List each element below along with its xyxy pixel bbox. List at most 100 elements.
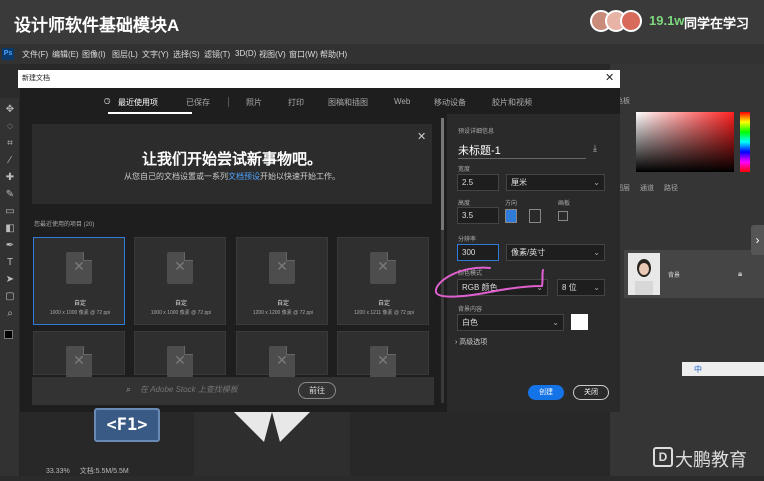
healing-brush-icon[interactable]: ✚ bbox=[4, 172, 16, 184]
document-info: 文档:5.5M/5.5M bbox=[79, 468, 129, 475]
brush-tool-icon[interactable]: ✎ bbox=[4, 189, 16, 201]
background-contents-select[interactable]: 白色 ⌄ bbox=[457, 314, 564, 331]
eraser-tool-icon[interactable]: ▭ bbox=[4, 206, 16, 218]
advanced-options-toggle[interactable]: › 高级选项 bbox=[455, 337, 487, 347]
type-tool-icon[interactable]: T bbox=[4, 257, 16, 269]
resolution-input[interactable]: 300 bbox=[457, 244, 499, 261]
crop-tool-icon[interactable]: ⌗ bbox=[4, 138, 16, 150]
menu-layer[interactable]: 图层(L) bbox=[112, 49, 138, 60]
width-unit-select[interactable]: 厘米 ⌄ bbox=[506, 174, 605, 191]
gradient-tool-icon[interactable]: ◧ bbox=[4, 223, 16, 235]
canvas-photo bbox=[194, 412, 350, 476]
tab-saved[interactable]: 已保存 bbox=[186, 97, 210, 108]
document-icon: ✕ bbox=[276, 258, 288, 274]
panel-tab-paths[interactable]: 路径 bbox=[664, 183, 678, 193]
document-icon: ✕ bbox=[377, 258, 389, 274]
landscape-orientation-icon[interactable] bbox=[529, 209, 541, 223]
eyedropper-tool-icon[interactable]: ⁄ bbox=[4, 155, 16, 167]
zoom-level[interactable]: 33.33% bbox=[46, 468, 70, 475]
panel-expand-chevron-icon[interactable]: › bbox=[751, 225, 764, 255]
recent-preset-card[interactable]: ✕ bbox=[337, 331, 429, 378]
hue-slider[interactable] bbox=[740, 112, 750, 172]
menu-window[interactable]: 窗口(W) bbox=[289, 49, 318, 60]
width-label: 宽度 bbox=[458, 167, 471, 173]
lasso-tool-icon[interactable]: ◌ bbox=[4, 121, 16, 133]
tab-mobile[interactable]: 移动设备 bbox=[434, 97, 466, 108]
document-name-underline bbox=[458, 158, 586, 159]
recent-preset-card[interactable]: ✕ 自定 1200 x 1200 像素 @ 72 ppi bbox=[236, 237, 328, 325]
tab-film-video[interactable]: 胶片和视频 bbox=[492, 97, 532, 108]
avatar bbox=[620, 10, 642, 32]
portrait-orientation-icon[interactable] bbox=[505, 209, 517, 223]
hand-tool-icon[interactable]: ▢ bbox=[4, 291, 16, 303]
recent-preset-card[interactable]: ✕ bbox=[236, 331, 328, 378]
zoom-tool-icon[interactable]: ⌕ bbox=[4, 308, 16, 320]
document-name-field[interactable]: 未标题-1 bbox=[458, 142, 501, 158]
tab-photo[interactable]: 照片 bbox=[246, 97, 262, 108]
close-button[interactable]: 关闭 bbox=[573, 385, 609, 400]
document-presets-link[interactable]: 文档预设 bbox=[228, 172, 260, 181]
tab-web[interactable]: Web bbox=[394, 97, 410, 106]
resolution-unit-select[interactable]: 像素/英寸 ⌄ bbox=[506, 244, 605, 261]
width-unit-value: 厘米 bbox=[511, 178, 527, 187]
learner-text: 同学在学习 bbox=[684, 16, 750, 31]
panel-tab-channels[interactable]: 通道 bbox=[640, 183, 654, 193]
close-icon[interactable]: ✕ bbox=[605, 71, 614, 84]
background-contents-label: 背景内容 bbox=[458, 307, 483, 313]
menu-view[interactable]: 视图(V) bbox=[259, 49, 286, 60]
clock-icon: 🕒︎ bbox=[104, 97, 111, 106]
banner-close-icon[interactable]: ✕ bbox=[417, 130, 426, 143]
preset-name: 自定 bbox=[73, 301, 86, 307]
menu-filter[interactable]: 滤镜(T) bbox=[204, 49, 230, 60]
menu-edit[interactable]: 编辑(E) bbox=[52, 49, 79, 60]
color-picker-field[interactable] bbox=[636, 112, 734, 172]
artboard-checkbox[interactable] bbox=[558, 211, 568, 221]
chevron-down-icon: ⌄ bbox=[552, 318, 559, 327]
ime-toolbar: 中 bbox=[682, 362, 764, 376]
menu-image[interactable]: 图像(I) bbox=[82, 49, 106, 60]
color-mode-label: 颜色模式 bbox=[458, 271, 483, 277]
bit-depth-value: 8 位 bbox=[562, 283, 577, 292]
path-select-tool-icon[interactable]: ➤ bbox=[4, 274, 16, 286]
ime-mode-label[interactable]: 中 bbox=[694, 364, 702, 375]
preset-spec: 1200 x 1200 像素 @ 72 ppi bbox=[252, 310, 314, 316]
height-label: 高度 bbox=[458, 201, 471, 207]
menu-type[interactable]: 文字(Y) bbox=[142, 49, 169, 60]
menu-3d[interactable]: 3D(D) bbox=[235, 49, 256, 58]
scrollbar-thumb[interactable] bbox=[441, 118, 444, 230]
background-color-swatch[interactable] bbox=[571, 314, 588, 330]
menu-file[interactable]: 文件(F) bbox=[22, 49, 48, 60]
banner-subtitle: 从您自己的文档设置或一系列文档预设开始以快速开始工作。 bbox=[32, 171, 432, 182]
layer-thumbnail bbox=[628, 253, 660, 295]
preset-details-label: 预设详细信息 bbox=[458, 129, 495, 135]
menu-help[interactable]: 帮助(H) bbox=[320, 49, 347, 60]
pen-tool-icon[interactable]: ✒ bbox=[4, 240, 16, 252]
preset-name: 自定 bbox=[377, 301, 390, 307]
preset-name: 自定 bbox=[174, 301, 187, 307]
document-icon: ✕ bbox=[73, 258, 85, 274]
width-input[interactable]: 2.5 bbox=[457, 174, 499, 191]
search-icon: ⌕ bbox=[126, 384, 132, 394]
recent-preset-card[interactable]: ✕ bbox=[33, 331, 125, 378]
banner-subtitle-text: 从您自己的文档设置或一系列 bbox=[124, 172, 228, 181]
foreground-color-swatch[interactable] bbox=[4, 330, 13, 339]
stock-search-input[interactable] bbox=[140, 385, 290, 394]
tab-recent[interactable]: 最近使用项 bbox=[118, 97, 158, 108]
tab-art-illustration[interactable]: 图稿和插图 bbox=[328, 97, 368, 108]
color-mode-select[interactable]: RGB 颜色 ⌄ bbox=[457, 279, 548, 296]
recent-preset-card[interactable]: ✕ bbox=[134, 331, 226, 378]
stock-go-button[interactable]: 前往 bbox=[298, 382, 336, 399]
chevron-down-icon: ⌄ bbox=[593, 248, 600, 257]
recent-preset-card[interactable]: ✕ 自定 1000 x 1000 像素 @ 72 ppi bbox=[33, 237, 125, 325]
tab-print[interactable]: 打印 bbox=[288, 97, 304, 108]
move-tool-icon[interactable]: ✥ bbox=[4, 104, 16, 116]
height-input[interactable]: 3.5 bbox=[457, 207, 499, 224]
recent-preset-card[interactable]: ✕ 自定 1000 x 1000 像素 @ 72 ppi bbox=[134, 237, 226, 325]
create-button[interactable]: 创建 bbox=[528, 385, 564, 400]
save-preset-icon[interactable]: ⤓ bbox=[593, 143, 597, 154]
document-icon: ✕ bbox=[174, 352, 186, 368]
bit-depth-select[interactable]: 8 位 ⌄ bbox=[557, 279, 605, 296]
dialog-title: 新建文档 bbox=[22, 75, 50, 82]
recent-preset-card[interactable]: ✕ 自定 1200 x 1211 像素 @ 72 ppi bbox=[337, 237, 429, 325]
menu-select[interactable]: 选择(S) bbox=[173, 49, 200, 60]
